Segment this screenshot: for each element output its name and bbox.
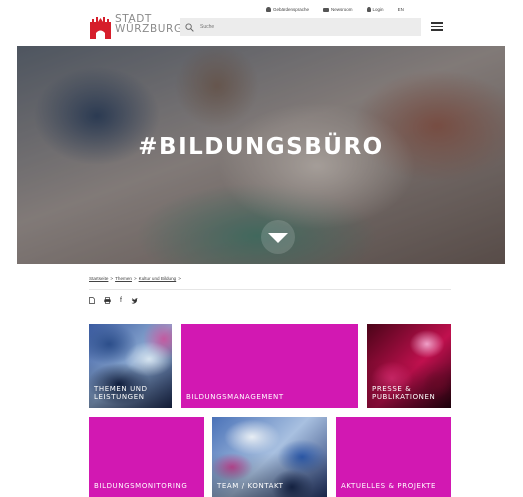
- newsroom-icon: [323, 7, 330, 12]
- divider: [89, 289, 451, 290]
- tile-label-line: LEISTUNGEN: [94, 393, 145, 401]
- user-icon: [366, 7, 371, 12]
- menu-line: [431, 29, 443, 31]
- search-input[interactable]: [200, 24, 400, 30]
- util-link-label: Newsroom: [331, 7, 353, 12]
- tile-bildungsmonitoring[interactable]: BILDUNGSMONITORING: [89, 417, 204, 497]
- util-link-login[interactable]: Login: [366, 7, 384, 12]
- logo-line-2: WÜRZBURG: [115, 23, 183, 35]
- sign-language-icon: [266, 7, 271, 12]
- share-toolbar: f: [89, 297, 138, 304]
- tile-label: BILDUNGSMONITORING: [94, 482, 188, 490]
- logo-text: STADT WÜRZBURG: [115, 14, 183, 35]
- wuerzburg-crown-icon: [90, 17, 111, 39]
- pdf-icon[interactable]: [89, 297, 95, 304]
- tile-label: PRESSE & PUBLIKATIONEN: [372, 385, 435, 401]
- menu-line: [431, 25, 443, 28]
- util-link-language[interactable]: EN: [398, 7, 404, 12]
- util-link-sign-language[interactable]: Gebärdensprache: [266, 7, 309, 12]
- tile-label: BILDUNGSMANAGEMENT: [186, 393, 284, 401]
- breadcrumb: Startseite > Themen > Kultur und Bildung >: [89, 276, 181, 281]
- tile-label: AKTUELLES & PROJEKTE: [341, 482, 437, 490]
- site-logo[interactable]: STADT WÜRZBURG: [89, 14, 183, 40]
- hamburger-menu-icon[interactable]: [431, 22, 443, 31]
- hero-title: #BILDUNGSBÜRO: [138, 134, 384, 160]
- tile-label-line: PRESSE &: [372, 385, 412, 393]
- hero-banner: #BILDUNGSBÜRO: [17, 46, 505, 264]
- tile-label-line: THEMEN UND: [94, 385, 148, 393]
- menu-line: [431, 22, 443, 24]
- chevron-down-icon[interactable]: [261, 220, 295, 254]
- print-icon[interactable]: [104, 297, 111, 304]
- tile-label: THEMEN UND LEISTUNGEN: [94, 385, 148, 401]
- search-bar[interactable]: [180, 18, 421, 36]
- tile-label-line: PUBLIKATIONEN: [372, 393, 436, 401]
- util-link-newsroom[interactable]: Newsroom: [323, 7, 353, 12]
- tile-aktuelles-projekte[interactable]: AKTUELLES & PROJEKTE: [336, 417, 451, 497]
- breadcrumb-themen[interactable]: Themen: [115, 276, 132, 281]
- twitter-icon[interactable]: [131, 297, 138, 304]
- tile-team-kontakt[interactable]: TEAM / KONTAKT: [212, 417, 327, 497]
- tile-label: TEAM / KONTAKT: [217, 482, 284, 490]
- tile-bildungsmanagement[interactable]: BILDUNGSMANAGEMENT: [181, 324, 358, 408]
- util-link-label: EN: [397, 7, 404, 12]
- breadcrumb-separator: >: [133, 276, 137, 281]
- breadcrumb-separator: >: [110, 276, 114, 281]
- facebook-icon[interactable]: f: [120, 297, 122, 304]
- breadcrumb-separator: >: [178, 276, 181, 281]
- tile-presse-publikationen[interactable]: PRESSE & PUBLIKATIONEN: [367, 324, 451, 408]
- utility-bar: Gebärdensprache Newsroom Login EN: [266, 7, 404, 12]
- breadcrumb-home[interactable]: Startseite: [89, 276, 108, 281]
- breadcrumb-kultur-bildung[interactable]: Kultur und Bildung: [139, 276, 177, 281]
- util-link-label: Login: [372, 7, 384, 12]
- util-link-label: Gebärdensprache: [273, 7, 310, 12]
- tile-themen-und-leistungen[interactable]: THEMEN UND LEISTUNGEN: [89, 324, 172, 408]
- search-icon[interactable]: [185, 22, 194, 32]
